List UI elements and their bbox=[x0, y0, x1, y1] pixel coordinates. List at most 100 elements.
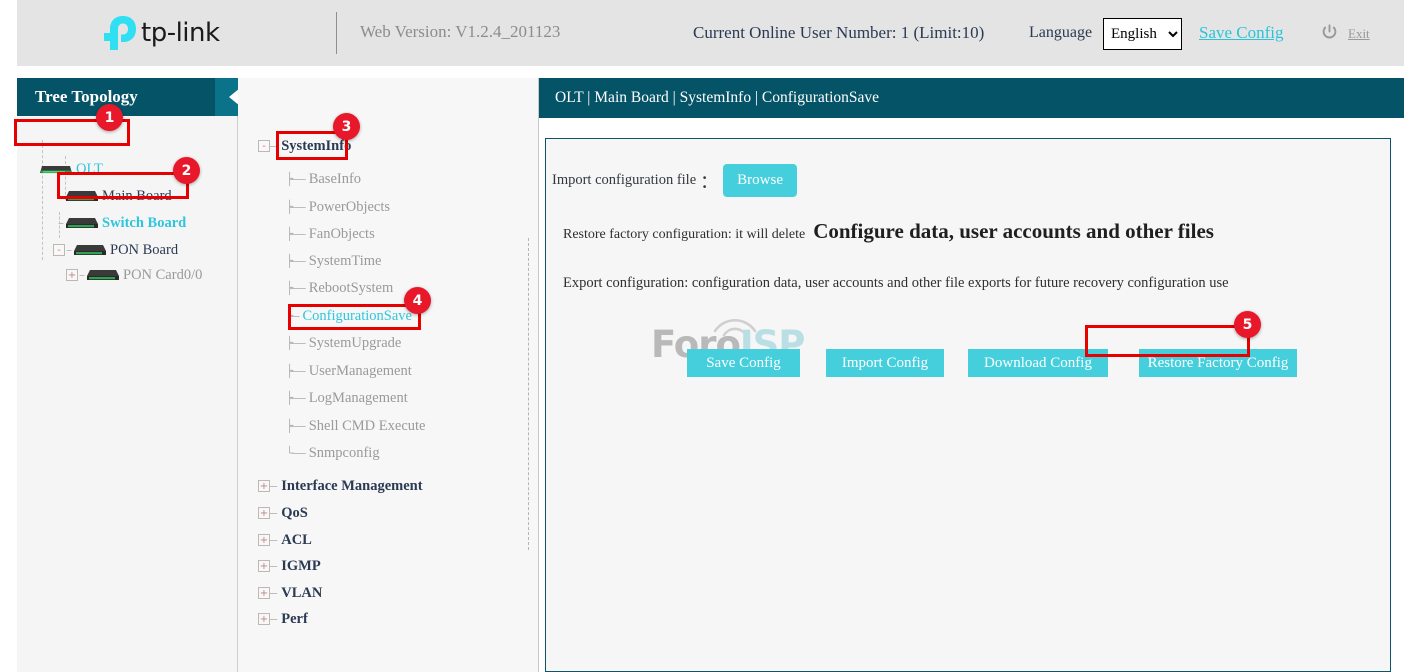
nav-root-interface-management[interactable]: + – Interface Management bbox=[258, 476, 423, 496]
nav-item-label: Snmpconfig bbox=[309, 445, 380, 462]
tree-branch-dash: – bbox=[66, 243, 72, 257]
nav-item-configurationsave[interactable]: ┝– ConfigurationSave bbox=[286, 307, 412, 325]
device-icon bbox=[86, 268, 120, 282]
nav-branch-dash: – bbox=[270, 479, 276, 493]
tree-topology-panel: Tree Topology OLT – bbox=[17, 78, 238, 672]
restore-factory-config-button[interactable]: Restore Factory Config bbox=[1139, 349, 1297, 377]
tree-expander-expand-icon[interactable]: + bbox=[66, 269, 78, 281]
tree-topology-title: Tree Topology bbox=[35, 87, 138, 107]
tree-node-main-board[interactable]: – Main Board bbox=[57, 186, 172, 206]
nav-item-shell-cmd-execute[interactable]: ┝–– Shell CMD Execute bbox=[286, 417, 425, 435]
tree-node-label: OLT bbox=[76, 161, 103, 178]
olt-web-ui-page: tp-link Web Version: V1.2.4_201123 Curre… bbox=[0, 0, 1421, 672]
tplink-logo-icon bbox=[97, 12, 139, 54]
restore-prefix-text: Restore factory configuration: it will d… bbox=[563, 227, 805, 242]
tree-branch-dash: – bbox=[58, 216, 64, 230]
nav-expander-expand-icon[interactable]: + bbox=[258, 534, 270, 546]
nav-expander-expand-icon[interactable]: + bbox=[258, 613, 270, 625]
language-label: Language bbox=[1029, 24, 1092, 42]
header-divider bbox=[336, 12, 337, 54]
nav-item-powerobjects[interactable]: ┝–– PowerObjects bbox=[286, 198, 390, 216]
tree-node-label: Main Board bbox=[102, 188, 172, 205]
nav-root-perf[interactable]: + – Perf bbox=[258, 609, 308, 629]
nav-branch-line: ┝–– bbox=[286, 200, 305, 214]
nav-branch-line: ┝–– bbox=[286, 254, 305, 268]
restore-description-line: Restore factory configuration: it will d… bbox=[563, 219, 1214, 244]
nav-branch-dash: – bbox=[270, 586, 276, 600]
online-user-count: Current Online User Number: 1 (Limit:10) bbox=[693, 23, 984, 43]
nav-root-systeminfo[interactable]: - – SystemInfo bbox=[258, 136, 351, 156]
nav-root-label: Perf bbox=[281, 611, 308, 628]
nav-expander-expand-icon[interactable]: + bbox=[258, 560, 270, 572]
nav-branch-line: ┝–– bbox=[286, 172, 305, 186]
nav-item-label: UserManagement bbox=[309, 363, 412, 380]
breadcrumb: OLT | Main Board | SystemInfo | Configur… bbox=[555, 89, 879, 107]
tplink-logo: tp-link bbox=[97, 8, 257, 58]
nav-root-label: IGMP bbox=[281, 558, 320, 575]
nav-item-label: FanObjects bbox=[309, 226, 375, 243]
export-description-text: Export configuration: configuration data… bbox=[563, 275, 1229, 292]
nav-branch-line: ┝–– bbox=[286, 391, 305, 405]
header-bottom-spacer bbox=[17, 66, 1404, 68]
device-icon bbox=[73, 243, 107, 257]
nav-root-qos[interactable]: + – QoS bbox=[258, 503, 308, 523]
nav-item-systemtime[interactable]: ┝–– SystemTime bbox=[286, 252, 381, 270]
nav-root-label: SystemInfo bbox=[281, 138, 351, 155]
nav-item-logmanagement[interactable]: ┝–– LogManagement bbox=[286, 389, 408, 407]
download-config-button[interactable]: Download Config bbox=[968, 349, 1108, 377]
nav-branch-line: ┝– bbox=[286, 309, 298, 323]
top-header-bar: tp-link Web Version: V1.2.4_201123 Curre… bbox=[17, 0, 1404, 66]
nav-branch-line: ┝–– bbox=[286, 336, 305, 350]
nav-expander-collapse-icon[interactable]: - bbox=[258, 140, 270, 152]
nav-item-systemupgrade[interactable]: ┝–– SystemUpgrade bbox=[286, 334, 401, 352]
nav-branch-line: ┝–– bbox=[286, 281, 305, 295]
tree-branch-dash: – bbox=[79, 268, 85, 282]
tree-node-switch-board[interactable]: – Switch Board bbox=[57, 213, 186, 233]
tree-node-olt[interactable]: OLT bbox=[39, 159, 103, 179]
power-icon[interactable] bbox=[1320, 23, 1339, 42]
main-content-area: OLT | Main Board | SystemInfo | Configur… bbox=[539, 78, 1404, 672]
wifi-arc-icon bbox=[709, 311, 761, 337]
nav-root-vlan[interactable]: + – VLAN bbox=[258, 583, 322, 603]
tplink-logo-text: tp-link bbox=[141, 18, 220, 48]
nav-item-label: PowerObjects bbox=[309, 199, 390, 216]
device-icon bbox=[65, 189, 99, 203]
nav-item-fanobjects[interactable]: ┝–– FanObjects bbox=[286, 225, 375, 243]
exit-link[interactable]: Exit bbox=[1348, 26, 1370, 42]
language-select[interactable]: English bbox=[1103, 18, 1182, 50]
nav-root-igmp[interactable]: + – IGMP bbox=[258, 556, 321, 576]
configuration-save-panel: Import configuration file ： Browse Resto… bbox=[545, 138, 1391, 672]
tree-topology-header: Tree Topology bbox=[17, 78, 237, 116]
tree-node-label: PON Board bbox=[110, 242, 178, 259]
tree-expander-collapse-icon[interactable]: - bbox=[53, 244, 65, 256]
import-config-button[interactable]: Import Config bbox=[826, 349, 944, 377]
web-version-text: Web Version: V1.2.4_201123 bbox=[360, 22, 560, 42]
tree-node-label: Switch Board bbox=[102, 215, 186, 232]
save-config-button[interactable]: Save Config bbox=[687, 349, 800, 377]
nav-expander-expand-icon[interactable]: + bbox=[258, 507, 270, 519]
browse-button[interactable]: Browse bbox=[723, 164, 797, 197]
header-save-config-link[interactable]: Save Config bbox=[1199, 23, 1284, 43]
nav-root-acl[interactable]: + – ACL bbox=[258, 530, 312, 550]
nav-item-label: Shell CMD Execute bbox=[309, 418, 426, 435]
nav-branch-line: ┝–– bbox=[286, 364, 305, 378]
device-icon bbox=[39, 163, 73, 176]
nav-expander-expand-icon[interactable]: + bbox=[258, 587, 270, 599]
tree-node-pon-board[interactable]: - – PON Board bbox=[53, 240, 178, 260]
nav-item-usermanagement[interactable]: ┝–– UserManagement bbox=[286, 362, 412, 380]
import-config-row: Import configuration file ： Browse bbox=[552, 164, 797, 197]
nav-branch-line: ┝–– bbox=[286, 227, 305, 241]
nav-item-baseinfo[interactable]: ┝–– BaseInfo bbox=[286, 170, 361, 188]
nav-branch-dash: – bbox=[270, 139, 276, 153]
nav-root-label: QoS bbox=[281, 505, 308, 522]
tree-node-label: PON Card0/0 bbox=[123, 267, 202, 284]
nav-branch-line: └–– bbox=[286, 446, 305, 460]
nav-item-rebootsystem[interactable]: ┝–– RebootSystem bbox=[286, 279, 393, 297]
nav-item-snmpconfig[interactable]: └–– Snmpconfig bbox=[286, 444, 380, 462]
nav-item-label: BaseInfo bbox=[309, 171, 361, 188]
breadcrumb-bar: OLT | Main Board | SystemInfo | Configur… bbox=[539, 78, 1404, 118]
nav-expander-expand-icon[interactable]: + bbox=[258, 480, 270, 492]
tree-node-pon-card[interactable]: + – PON Card0/0 bbox=[66, 265, 202, 285]
nav-guide-line bbox=[528, 238, 529, 550]
nav-item-label: SystemTime bbox=[309, 253, 382, 270]
